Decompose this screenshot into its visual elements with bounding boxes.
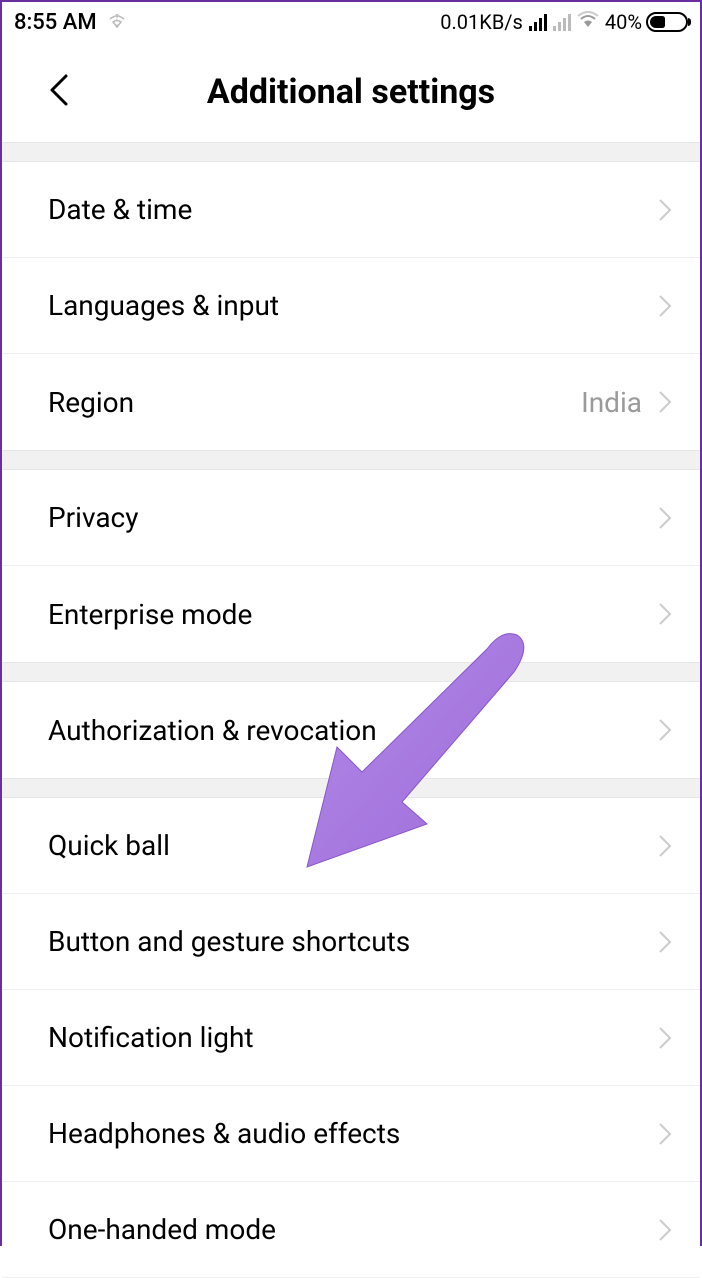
- section-divider: [2, 662, 700, 682]
- item-label: Privacy: [48, 501, 138, 534]
- chevron-right-icon: [658, 390, 672, 414]
- list-item-button-gesture-shortcuts[interactable]: Button and gesture shortcuts: [2, 894, 700, 990]
- battery-indicator: 40%: [605, 10, 688, 34]
- list-item-headphones-audio[interactable]: Headphones & audio effects: [2, 1086, 700, 1182]
- chevron-right-icon: [658, 1026, 672, 1050]
- list-item-date-time[interactable]: Date & time: [2, 162, 700, 258]
- signal-bars-icon: [529, 13, 547, 31]
- item-label: One-handed mode: [48, 1213, 276, 1246]
- item-label: Date & time: [48, 193, 192, 226]
- list-item-privacy[interactable]: Privacy: [2, 470, 700, 566]
- list-item-authorization-revocation[interactable]: Authorization & revocation: [2, 682, 700, 778]
- chevron-right-icon: [658, 1218, 672, 1242]
- chevron-right-icon: [658, 506, 672, 530]
- chevron-right-icon: [658, 930, 672, 954]
- chevron-right-icon: [658, 1122, 672, 1146]
- section-divider: [2, 778, 700, 798]
- svg-text:?: ?: [115, 13, 119, 22]
- item-label: Quick ball: [48, 829, 170, 862]
- item-label: Notification light: [48, 1021, 254, 1054]
- item-label: Headphones & audio effects: [48, 1117, 400, 1150]
- item-label: Authorization & revocation: [48, 714, 377, 747]
- chevron-right-icon: [658, 718, 672, 742]
- section-divider: [2, 450, 700, 470]
- back-button[interactable]: [48, 72, 70, 112]
- chevron-right-icon: [658, 198, 672, 222]
- status-bar-left: 8:55 AM ?: [14, 10, 127, 35]
- status-time: 8:55 AM: [14, 10, 97, 35]
- wifi-icon: [577, 10, 599, 34]
- list-item-notification-light[interactable]: Notification light: [2, 990, 700, 1086]
- chevron-right-icon: [658, 602, 672, 626]
- chevron-right-icon: [658, 834, 672, 858]
- list-item-quick-ball[interactable]: Quick ball: [2, 798, 700, 894]
- app-header: Additional settings: [2, 42, 700, 142]
- item-label: Languages & input: [48, 289, 279, 322]
- item-value: India: [581, 386, 642, 419]
- section-divider: [2, 142, 700, 162]
- item-label: Region: [48, 386, 134, 419]
- list-item-region[interactable]: Region India: [2, 354, 700, 450]
- data-speed: 0.01KB/s: [440, 10, 523, 34]
- list-item-enterprise-mode[interactable]: Enterprise mode: [2, 566, 700, 662]
- item-label: Enterprise mode: [48, 598, 252, 631]
- chevron-right-icon: [658, 294, 672, 318]
- item-label: Button and gesture shortcuts: [48, 925, 410, 958]
- list-item-one-handed-mode[interactable]: One-handed mode: [2, 1182, 700, 1278]
- status-bar: 8:55 AM ? 0.01KB/s 40%: [2, 2, 700, 42]
- page-title: Additional settings: [22, 72, 680, 112]
- status-bar-right: 0.01KB/s 40%: [440, 10, 688, 34]
- signal-bars-dim-icon: [553, 13, 571, 31]
- battery-icon: [646, 12, 688, 32]
- list-item-languages-input[interactable]: Languages & input: [2, 258, 700, 354]
- wifi-off-icon: ?: [107, 10, 127, 35]
- battery-percent: 40%: [605, 10, 642, 34]
